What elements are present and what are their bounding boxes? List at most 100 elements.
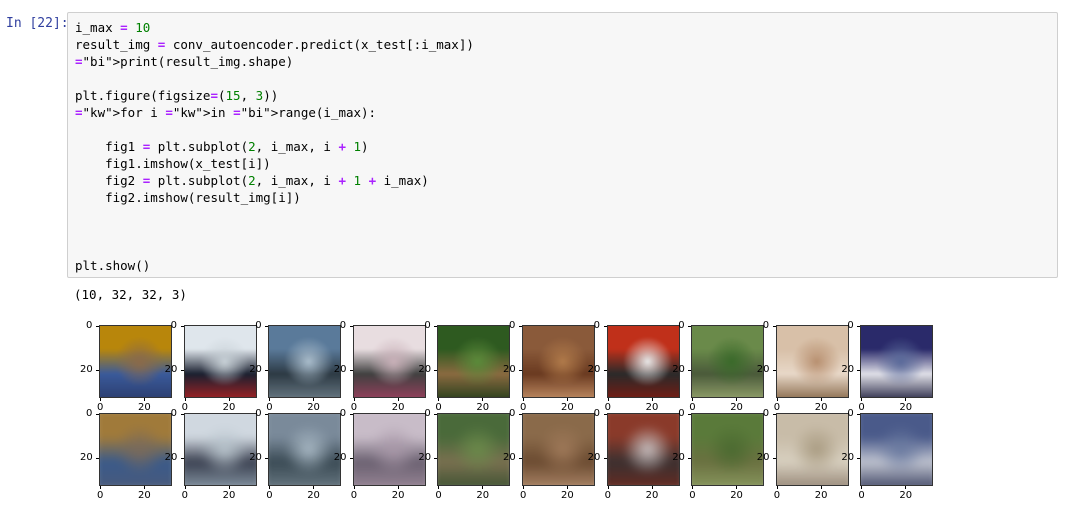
image-cat bbox=[99, 413, 172, 486]
reconstructed-image-4: 0 20 0 20 bbox=[418, 409, 511, 501]
y-tick bbox=[688, 458, 692, 459]
y-tick-label: 0 bbox=[762, 408, 770, 419]
y-tick bbox=[688, 370, 692, 371]
y-tick-label: 20 bbox=[333, 452, 347, 463]
x-tick-label: 20 bbox=[561, 490, 574, 501]
image-airplane bbox=[352, 325, 426, 398]
x-tick bbox=[651, 398, 653, 401]
y-tick bbox=[349, 370, 353, 371]
x-tick bbox=[482, 486, 484, 489]
x-tick bbox=[776, 398, 778, 401]
x-tick bbox=[567, 398, 568, 401]
y-tick bbox=[519, 370, 522, 371]
x-tick bbox=[776, 486, 778, 489]
x-tick bbox=[905, 398, 907, 401]
x-tick-label: 0 bbox=[773, 402, 781, 413]
x-tick bbox=[353, 398, 355, 401]
image-frog bbox=[437, 325, 511, 398]
y-tick-label: 0 bbox=[86, 320, 93, 331]
code-editor[interactable]: i_max = 10 result_img = conv_autoencoder.… bbox=[75, 19, 474, 274]
x-tick bbox=[607, 398, 609, 401]
y-tick bbox=[603, 458, 607, 459]
original-image-1: 0 20 0 20 bbox=[165, 321, 257, 413]
x-tick bbox=[820, 398, 822, 401]
x-tick bbox=[482, 398, 484, 401]
y-tick-label: 0 bbox=[170, 408, 177, 419]
x-tick-label: 20 bbox=[222, 402, 236, 413]
x-tick bbox=[905, 486, 907, 489]
x-tick-label: 0 bbox=[604, 490, 611, 501]
x-tick-label: 20 bbox=[730, 402, 743, 413]
x-tick bbox=[692, 486, 694, 489]
y-tick bbox=[96, 370, 99, 371]
code-line: fig2.imshow(result_img[i]) bbox=[75, 190, 301, 205]
y-tick-label: 20 bbox=[333, 364, 347, 375]
image-frog bbox=[522, 325, 595, 398]
x-tick bbox=[100, 486, 101, 489]
y-tick-label: 0 bbox=[170, 320, 177, 331]
original-image-2: 0 20 0 20 bbox=[249, 321, 342, 413]
x-tick bbox=[438, 486, 440, 489]
code-cell-input[interactable]: i_max = 10 result_img = conv_autoencoder.… bbox=[67, 12, 1058, 278]
x-tick-label: 0 bbox=[97, 490, 104, 501]
x-tick-label: 20 bbox=[899, 490, 913, 501]
reconstructed-image-1: 0 20 0 20 bbox=[165, 409, 257, 501]
x-tick-label: 0 bbox=[858, 490, 865, 501]
y-tick bbox=[772, 326, 776, 327]
reconstructed-image-5: 0 20 0 20 bbox=[503, 409, 595, 501]
y-tick bbox=[772, 370, 776, 371]
code-line: fig2 = plt.subplot(2, i_max, i + 1 + i_m… bbox=[75, 173, 429, 188]
y-tick bbox=[180, 458, 184, 459]
image-frog bbox=[691, 325, 765, 398]
y-tick-label: 0 bbox=[847, 408, 854, 419]
code-line: plt.show() bbox=[75, 258, 151, 273]
y-tick bbox=[857, 458, 861, 459]
x-tick bbox=[228, 398, 230, 401]
x-tick-label: 0 bbox=[858, 402, 865, 413]
x-tick-label: 0 bbox=[181, 402, 188, 413]
x-tick-label: 20 bbox=[730, 490, 743, 501]
original-image-7: 0 20 0 20 bbox=[672, 321, 765, 413]
reconstructed-image-3: 0 20 0 20 bbox=[334, 409, 426, 501]
y-tick bbox=[265, 370, 269, 371]
image-automobile bbox=[860, 325, 934, 398]
y-tick bbox=[857, 414, 861, 415]
y-tick bbox=[265, 326, 269, 327]
y-tick bbox=[96, 458, 99, 459]
x-tick-label: 20 bbox=[476, 402, 490, 413]
y-tick bbox=[349, 458, 353, 459]
reconstructed-image-9: 0 20 0 20 bbox=[841, 409, 934, 501]
image-automobile bbox=[860, 413, 934, 486]
y-tick-label: 20 bbox=[841, 364, 855, 375]
y-tick-label: 0 bbox=[339, 408, 347, 419]
matplotlib-figure: 0 20 0 20 0 20 0 20 0 20 0 20 0 20 0 20 0 20 0 20 0 20 0 20 0 20 0… bbox=[80, 318, 950, 523]
x-tick-label: 20 bbox=[899, 402, 913, 413]
y-tick-label: 20 bbox=[841, 452, 855, 463]
original-image-3: 0 20 0 20 bbox=[334, 321, 426, 413]
y-tick bbox=[180, 326, 184, 327]
y-tick bbox=[434, 326, 438, 327]
y-tick bbox=[434, 458, 438, 459]
x-tick bbox=[100, 398, 101, 401]
y-tick-label: 20 bbox=[587, 452, 601, 463]
y-tick-label: 20 bbox=[503, 364, 516, 375]
y-tick bbox=[519, 458, 522, 459]
image-frog bbox=[437, 413, 511, 486]
y-tick bbox=[603, 414, 607, 415]
code-line: ="bi">print(result_img.shape) bbox=[75, 54, 294, 69]
image-cat bbox=[775, 413, 849, 486]
x-tick bbox=[313, 398, 315, 401]
x-tick bbox=[144, 486, 145, 489]
x-tick bbox=[523, 486, 524, 489]
y-tick bbox=[603, 326, 607, 327]
image-cat bbox=[775, 325, 849, 398]
reconstructed-image-8: 0 20 0 20 bbox=[757, 409, 849, 501]
image-ship bbox=[183, 413, 257, 486]
y-tick-label: 20 bbox=[672, 364, 685, 375]
image-airplane bbox=[352, 413, 426, 486]
x-tick-label: 20 bbox=[307, 490, 320, 501]
code-line: fig1.imshow(x_test[i]) bbox=[75, 156, 271, 171]
reconstructed-image-2: 0 20 0 20 bbox=[249, 409, 342, 501]
x-tick-label: 20 bbox=[645, 490, 659, 501]
